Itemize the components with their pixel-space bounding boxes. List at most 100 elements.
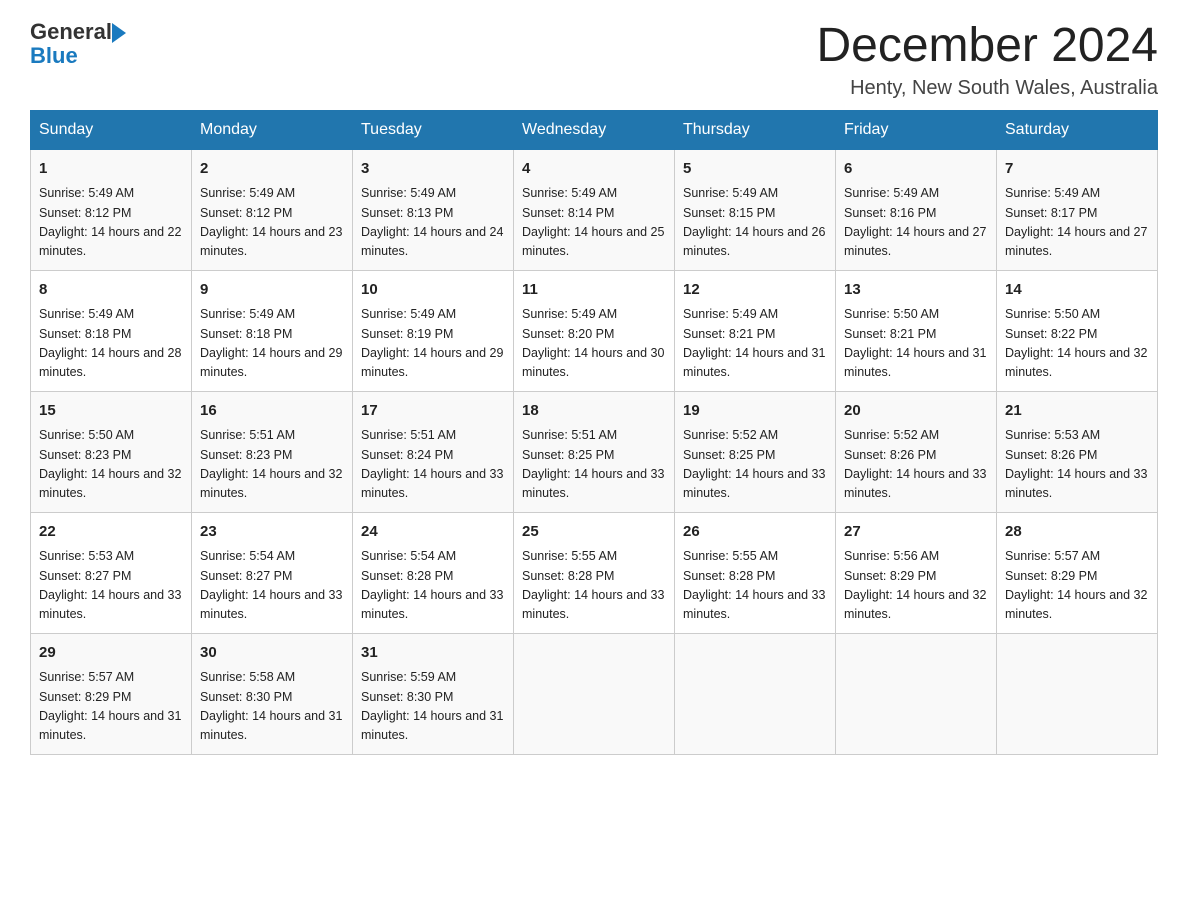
calendar-cell: 14Sunrise: 5:50 AMSunset: 8:22 PMDayligh… — [997, 270, 1158, 391]
day-info: Sunrise: 5:49 AMSunset: 8:13 PMDaylight:… — [361, 184, 505, 262]
calendar-table: SundayMondayTuesdayWednesdayThursdayFrid… — [30, 110, 1158, 755]
day-info: Sunrise: 5:50 AMSunset: 8:22 PMDaylight:… — [1005, 305, 1149, 383]
header-friday: Friday — [836, 110, 997, 149]
calendar-cell: 28 Sunrise: 5:57 AMSunset: 8:29 PMDayligh… — [997, 512, 1158, 633]
calendar-cell: 4Sunrise: 5:49 AMSunset: 8:14 PMDaylight… — [514, 149, 675, 270]
day-number: 22 — [39, 521, 183, 544]
day-number: 27 — [844, 521, 988, 544]
day-number: 5 — [683, 158, 827, 181]
day-info: Sunrise: 5:49 AMSunset: 8:12 PMDaylight:… — [200, 184, 344, 262]
header-wednesday: Wednesday — [514, 110, 675, 149]
day-info: Sunrise: 5:49 AMSunset: 8:18 PMDaylight:… — [39, 305, 183, 383]
header-thursday: Thursday — [675, 110, 836, 149]
header-monday: Monday — [192, 110, 353, 149]
day-info: Sunrise: 5:58 AMSunset: 8:30 PMDaylight:… — [200, 668, 344, 746]
calendar-cell: 6 Sunrise: 5:49 AMSunset: 8:16 PMDaylight… — [836, 149, 997, 270]
day-number: 1 — [39, 158, 183, 181]
day-info: Sunrise: 5:49 AMSunset: 8:16 PMDaylight:… — [844, 184, 988, 262]
day-info: Sunrise: 5:49 AMSunset: 8:19 PMDaylight:… — [361, 305, 505, 383]
calendar-cell — [836, 633, 997, 754]
day-number: 31 — [361, 642, 505, 665]
calendar-cell: 9 Sunrise: 5:49 AMSunset: 8:18 PMDaylight… — [192, 270, 353, 391]
logo-arrow-icon — [112, 23, 126, 43]
day-number: 23 — [200, 521, 344, 544]
day-info: Sunrise: 5:51 AMSunset: 8:23 PMDaylight:… — [200, 426, 344, 504]
day-number: 8 — [39, 279, 183, 302]
logo-general: General — [30, 20, 112, 44]
calendar-week-row: 8 Sunrise: 5:49 AMSunset: 8:18 PMDaylight… — [31, 270, 1158, 391]
day-number: 26 — [683, 521, 827, 544]
day-number: 3 — [361, 158, 505, 181]
calendar-cell: 25Sunrise: 5:55 AMSunset: 8:28 PMDayligh… — [514, 512, 675, 633]
day-number: 13 — [844, 279, 988, 302]
day-number: 10 — [361, 279, 505, 302]
calendar-cell — [514, 633, 675, 754]
day-number: 2 — [200, 158, 344, 181]
day-info: Sunrise: 5:59 AMSunset: 8:30 PMDaylight:… — [361, 668, 505, 746]
day-info: Sunrise: 5:49 AMSunset: 8:18 PMDaylight:… — [200, 305, 344, 383]
day-info: Sunrise: 5:54 AMSunset: 8:27 PMDaylight:… — [200, 547, 344, 625]
day-number: 7 — [1005, 158, 1149, 181]
calendar-cell: 29 Sunrise: 5:57 AMSunset: 8:29 PMDayligh… — [31, 633, 192, 754]
day-info: Sunrise: 5:57 AMSunset: 8:29 PMDaylight:… — [39, 668, 183, 746]
calendar-cell — [675, 633, 836, 754]
calendar-cell: 18 Sunrise: 5:51 AMSunset: 8:25 PMDayligh… — [514, 391, 675, 512]
day-number: 11 — [522, 279, 666, 302]
day-number: 17 — [361, 400, 505, 423]
month-title: December 2024 — [816, 20, 1158, 73]
calendar-cell: 20Sunrise: 5:52 AMSunset: 8:26 PMDayligh… — [836, 391, 997, 512]
calendar-cell: 24Sunrise: 5:54 AMSunset: 8:28 PMDayligh… — [353, 512, 514, 633]
day-info: Sunrise: 5:49 AMSunset: 8:14 PMDaylight:… — [522, 184, 666, 262]
calendar-cell: 26 Sunrise: 5:55 AMSunset: 8:28 PMDayligh… — [675, 512, 836, 633]
calendar-cell: 27 Sunrise: 5:56 AMSunset: 8:29 PMDayligh… — [836, 512, 997, 633]
day-number: 28 — [1005, 521, 1149, 544]
day-info: Sunrise: 5:49 AMSunset: 8:21 PMDaylight:… — [683, 305, 827, 383]
day-info: Sunrise: 5:51 AMSunset: 8:24 PMDaylight:… — [361, 426, 505, 504]
calendar-cell: 8 Sunrise: 5:49 AMSunset: 8:18 PMDaylight… — [31, 270, 192, 391]
day-info: Sunrise: 5:53 AMSunset: 8:27 PMDaylight:… — [39, 547, 183, 625]
day-info: Sunrise: 5:49 AMSunset: 8:20 PMDaylight:… — [522, 305, 666, 383]
header-sunday: Sunday — [31, 110, 192, 149]
calendar-cell: 2 Sunrise: 5:49 AMSunset: 8:12 PMDaylight… — [192, 149, 353, 270]
calendar-cell: 12Sunrise: 5:49 AMSunset: 8:21 PMDayligh… — [675, 270, 836, 391]
day-info: Sunrise: 5:49 AMSunset: 8:12 PMDaylight:… — [39, 184, 183, 262]
day-info: Sunrise: 5:49 AMSunset: 8:15 PMDaylight:… — [683, 184, 827, 262]
calendar-cell: 3 Sunrise: 5:49 AMSunset: 8:13 PMDaylight… — [353, 149, 514, 270]
day-number: 18 — [522, 400, 666, 423]
calendar-cell: 22 Sunrise: 5:53 AMSunset: 8:27 PMDayligh… — [31, 512, 192, 633]
day-number: 29 — [39, 642, 183, 665]
calendar-cell: 21 Sunrise: 5:53 AMSunset: 8:26 PMDayligh… — [997, 391, 1158, 512]
calendar-cell: 16 Sunrise: 5:51 AMSunset: 8:23 PMDayligh… — [192, 391, 353, 512]
calendar-week-row: 29 Sunrise: 5:57 AMSunset: 8:29 PMDayligh… — [31, 633, 1158, 754]
day-number: 20 — [844, 400, 988, 423]
calendar-cell: 19Sunrise: 5:52 AMSunset: 8:25 PMDayligh… — [675, 391, 836, 512]
day-info: Sunrise: 5:54 AMSunset: 8:28 PMDaylight:… — [361, 547, 505, 625]
calendar-cell — [997, 633, 1158, 754]
header-tuesday: Tuesday — [353, 110, 514, 149]
day-info: Sunrise: 5:56 AMSunset: 8:29 PMDaylight:… — [844, 547, 988, 625]
calendar-cell: 5 Sunrise: 5:49 AMSunset: 8:15 PMDaylight… — [675, 149, 836, 270]
location-title: Henty, New South Wales, Australia — [816, 77, 1158, 100]
day-number: 6 — [844, 158, 988, 181]
day-info: Sunrise: 5:50 AMSunset: 8:21 PMDaylight:… — [844, 305, 988, 383]
day-info: Sunrise: 5:57 AMSunset: 8:29 PMDaylight:… — [1005, 547, 1149, 625]
day-number: 9 — [200, 279, 344, 302]
day-info: Sunrise: 5:55 AMSunset: 8:28 PMDaylight:… — [683, 547, 827, 625]
calendar-cell: 17 Sunrise: 5:51 AMSunset: 8:24 PMDayligh… — [353, 391, 514, 512]
calendar-cell: 7Sunrise: 5:49 AMSunset: 8:17 PMDaylight… — [997, 149, 1158, 270]
header-row: SundayMondayTuesdayWednesdayThursdayFrid… — [31, 110, 1158, 149]
day-info: Sunrise: 5:50 AMSunset: 8:23 PMDaylight:… — [39, 426, 183, 504]
calendar-cell: 15 Sunrise: 5:50 AMSunset: 8:23 PMDayligh… — [31, 391, 192, 512]
page-header: General Blue December 2024 Henty, New So… — [30, 20, 1158, 100]
calendar-cell: 1 Sunrise: 5:49 AMSunset: 8:12 PMDaylight… — [31, 149, 192, 270]
day-number: 21 — [1005, 400, 1149, 423]
day-info: Sunrise: 5:51 AMSunset: 8:25 PMDaylight:… — [522, 426, 666, 504]
day-number: 15 — [39, 400, 183, 423]
day-info: Sunrise: 5:53 AMSunset: 8:26 PMDaylight:… — [1005, 426, 1149, 504]
day-info: Sunrise: 5:52 AMSunset: 8:25 PMDaylight:… — [683, 426, 827, 504]
day-number: 16 — [200, 400, 344, 423]
day-info: Sunrise: 5:55 AMSunset: 8:28 PMDaylight:… — [522, 547, 666, 625]
calendar-week-row: 22 Sunrise: 5:53 AMSunset: 8:27 PMDayligh… — [31, 512, 1158, 633]
logo-blue: Blue — [30, 44, 126, 68]
calendar-week-row: 15 Sunrise: 5:50 AMSunset: 8:23 PMDayligh… — [31, 391, 1158, 512]
